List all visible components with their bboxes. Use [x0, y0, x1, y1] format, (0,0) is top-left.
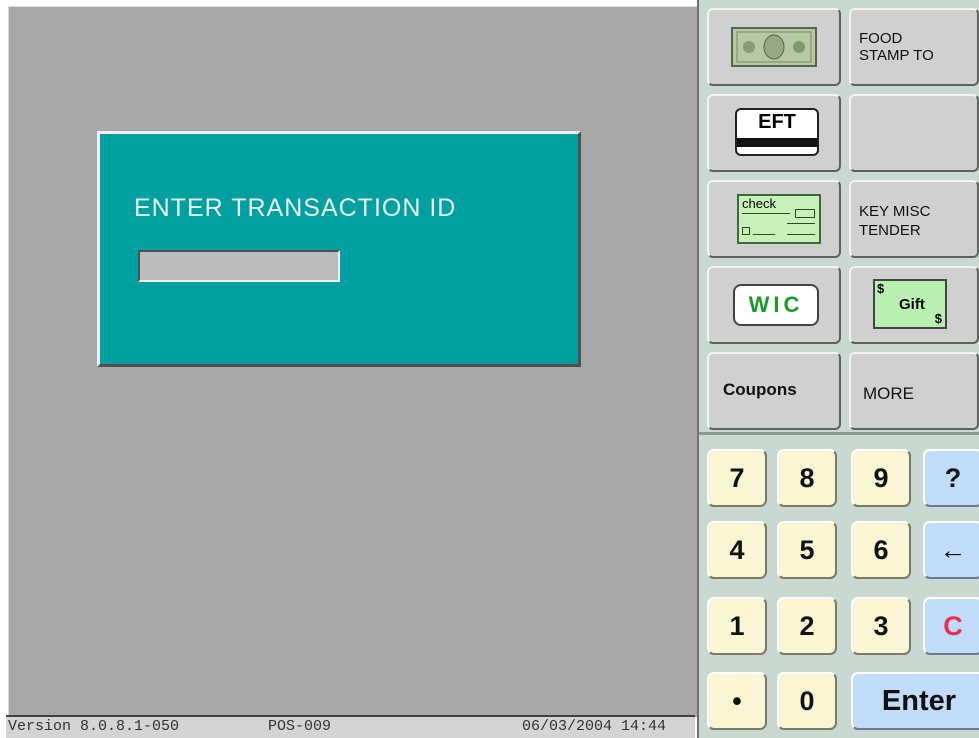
clear-button[interactable]: C [923, 597, 979, 655]
blank-tender-button[interactable] [849, 94, 979, 172]
check-button[interactable]: check [707, 180, 841, 258]
check-label: check [742, 196, 776, 211]
gift-card-button[interactable]: $ Gift $ [849, 266, 979, 344]
more-button[interactable]: MORE [849, 352, 979, 430]
coupons-button[interactable]: Coupons [707, 352, 841, 430]
key-0[interactable]: 0 [777, 672, 837, 730]
transaction-id-input[interactable] [138, 250, 340, 282]
tender-panel: FOOD STAMP TO EFT check KEY MISC TENDER … [697, 0, 979, 738]
key-1[interactable]: 1 [707, 597, 767, 655]
check-icon: check [737, 194, 821, 244]
coupons-label: Coupons [723, 380, 797, 399]
key-3[interactable]: 3 [851, 597, 911, 655]
help-button[interactable]: ? [923, 449, 979, 507]
wic-button[interactable]: WIC [707, 266, 841, 344]
key-6[interactable]: 6 [851, 521, 911, 579]
terminal-id: POS-009 [268, 718, 332, 735]
transaction-id-dialog: ENTER TRANSACTION ID [97, 131, 581, 367]
panel-divider [699, 432, 979, 435]
more-label: MORE [863, 384, 914, 403]
key-5[interactable]: 5 [777, 521, 837, 579]
wic-label: WIC [733, 284, 819, 326]
key-misc-tender-button[interactable]: KEY MISC TENDER [849, 180, 979, 258]
key-2[interactable]: 2 [777, 597, 837, 655]
gift-dollar-top: $ [877, 281, 885, 296]
gift-dollar-bottom: $ [934, 311, 942, 326]
date-time: 06/03/2004 14:44 [522, 718, 667, 735]
backspace-button[interactable]: ← [923, 521, 979, 579]
eft-button[interactable]: EFT [707, 94, 841, 172]
food-stamp-label: FOOD STAMP TO [859, 30, 934, 64]
food-stamp-button[interactable]: FOOD STAMP TO [849, 8, 979, 86]
key-decimal[interactable]: • [707, 672, 767, 730]
key-7[interactable]: 7 [707, 449, 767, 507]
key-9[interactable]: 9 [851, 449, 911, 507]
dollar-bill-icon [731, 27, 817, 67]
gift-card-icon: $ Gift $ [873, 279, 947, 329]
gift-label: Gift [899, 296, 925, 313]
version-text: Version 8.0.8.1-050 [8, 718, 180, 735]
eft-card-icon: EFT [735, 108, 819, 156]
key-misc-tender-label: KEY MISC TENDER [859, 203, 931, 239]
cash-button[interactable] [707, 8, 841, 86]
key-4[interactable]: 4 [707, 521, 767, 579]
eft-label: EFT [758, 111, 796, 133]
enter-button[interactable]: Enter [851, 672, 979, 730]
dialog-prompt: ENTER TRANSACTION ID [134, 194, 457, 222]
status-bar: Version 8.0.8.1-050 POS-009 06/03/2004 1… [6, 715, 695, 738]
key-8[interactable]: 8 [777, 449, 837, 507]
pos-screen: ENTER TRANSACTION ID [8, 6, 697, 717]
